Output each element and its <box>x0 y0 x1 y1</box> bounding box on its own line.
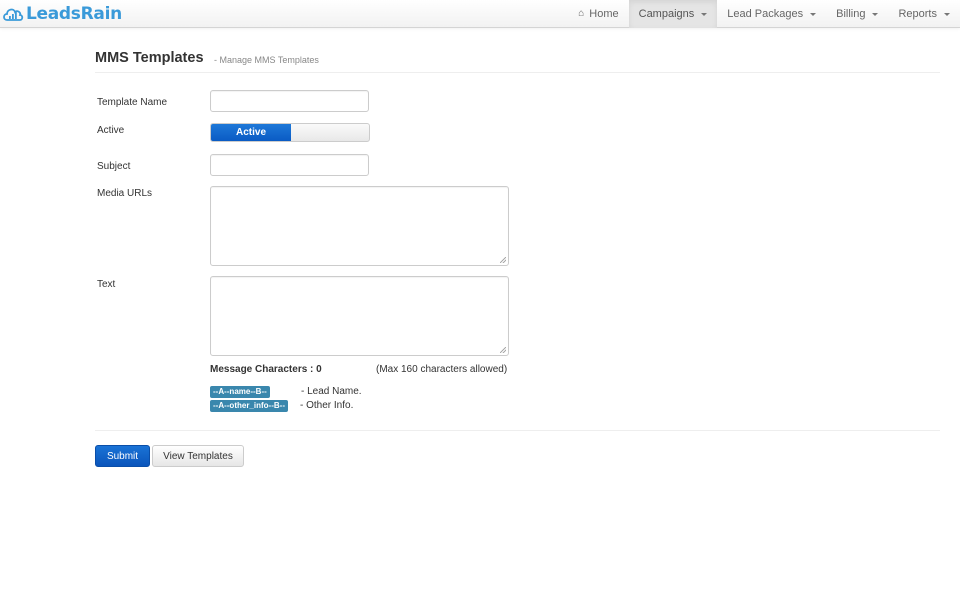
caret-down-icon <box>944 12 950 16</box>
nav-item-lead-packages[interactable]: Lead Packages <box>717 0 826 28</box>
cloud-chart-icon <box>3 8 24 21</box>
nav-item-label: Lead Packages <box>727 8 804 20</box>
placeholder-desc-name: - Lead Name. <box>301 386 362 397</box>
subject-input[interactable] <box>210 154 369 176</box>
placeholder-desc-other-info: - Other Info. <box>300 400 354 411</box>
page-subtitle: - Manage MMS Templates <box>214 55 319 65</box>
caret-down-icon <box>872 12 879 16</box>
subject-label: Subject <box>97 161 131 172</box>
nav-item-billing[interactable]: Billing <box>826 0 888 28</box>
nav-item-label: Reports <box>898 8 937 20</box>
message-characters-count: Message Characters : 0 <box>210 364 322 375</box>
nav-item-label: Campaigns <box>638 8 695 20</box>
text-textarea[interactable] <box>210 276 509 356</box>
active-toggle[interactable]: Active <box>210 123 370 142</box>
caret-down-icon <box>701 12 708 16</box>
resize-grip-icon[interactable] <box>500 257 506 263</box>
brand-name: LeadsRain <box>26 4 122 24</box>
placeholder-tag-other-info[interactable]: --A--other_info--B-- <box>210 400 288 412</box>
nav-item-label: Billing <box>836 8 866 20</box>
placeholder-tag-name[interactable]: --A--name--B-- <box>210 386 270 398</box>
nav-item-campaigns[interactable]: Campaigns <box>628 0 718 28</box>
max-characters-note: (Max 160 characters allowed) <box>376 364 508 375</box>
active-label: Active <box>97 125 125 136</box>
home-icon: ⌂ <box>578 8 585 19</box>
page-header: MMS Templates - Manage MMS Templates <box>95 48 940 73</box>
main-nav: ⌂ Home Campaigns Lead Packages Billing R… <box>568 0 960 28</box>
template-name-label: Template Name <box>97 97 168 108</box>
text-label: Text <box>97 279 116 290</box>
brand-logo[interactable]: LeadsRain <box>2 3 122 25</box>
nav-item-home[interactable]: ⌂ Home <box>568 0 628 28</box>
active-toggle-on: Active <box>211 124 291 141</box>
template-name-input[interactable] <box>210 90 369 112</box>
view-templates-button[interactable]: View Templates <box>152 445 244 467</box>
submit-button[interactable]: Submit <box>95 445 150 467</box>
nav-item-label: Home <box>589 8 619 20</box>
resize-grip-icon[interactable] <box>500 347 506 353</box>
page-title: MMS Templates <box>95 50 204 66</box>
media-urls-textarea[interactable] <box>210 186 509 266</box>
top-navbar: LeadsRain ⌂ Home Campaigns Lead Packages… <box>0 0 960 28</box>
caret-down-icon <box>810 12 817 16</box>
active-toggle-off <box>291 124 369 141</box>
form-divider <box>95 430 940 431</box>
nav-item-reports[interactable]: Reports <box>888 0 960 28</box>
media-urls-label: Media URLs <box>97 188 153 199</box>
